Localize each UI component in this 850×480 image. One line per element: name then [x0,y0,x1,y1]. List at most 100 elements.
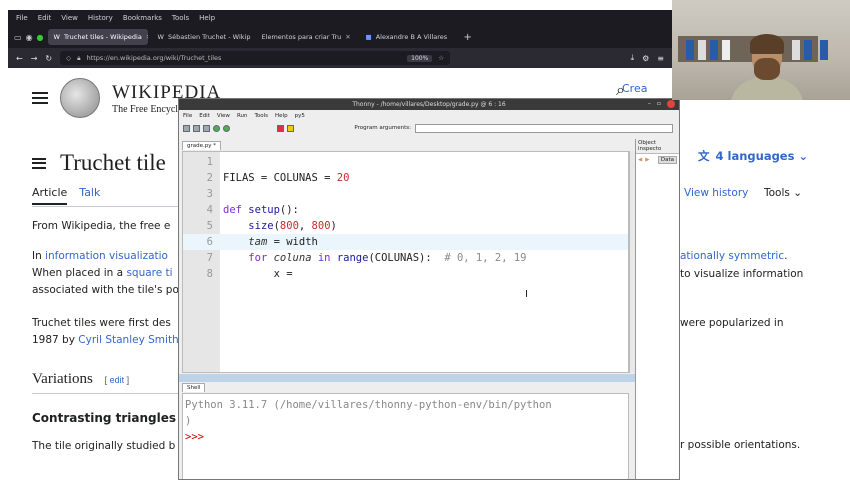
close-tab-icon[interactable]: ✕ [345,33,350,41]
book [792,40,800,60]
book [820,40,828,60]
reload-icon[interactable]: ↻ [45,54,52,63]
search-icon[interactable]: ⌕ [616,80,625,100]
new-tab-icon[interactable]: + [464,32,472,43]
paragraph-2: Truchet tiles were first des 1987 by Cyr… [32,317,179,346]
code-line: 1 [206,156,213,168]
back-icon[interactable]: ← [16,54,23,63]
pane-splitter[interactable] [179,374,635,382]
thonny-menu-file[interactable]: File [183,113,192,119]
bookmark-star-icon[interactable]: ☆ [438,54,444,62]
back-arrow-icon[interactable]: ◀ [638,157,642,163]
thonny-titlebar: Thonny - /home/villares/Desktop/grade.py… [179,99,679,110]
menu-history[interactable]: History [88,14,113,22]
book [686,40,694,60]
forward-icon[interactable]: → [31,54,38,63]
view-history-link[interactable]: View history [684,185,748,202]
tab-elementos[interactable]: Elementos para criar Tru ✕ [256,29,356,45]
code-line: 3 [206,188,213,200]
code-line: 2 FILAS = COLUNAS = 20 [206,172,350,184]
run-icon[interactable] [213,124,220,132]
paragraph-1-right-line2: to visualize information [680,268,804,280]
lock-icon[interactable]: 🔒︎ [77,54,80,63]
menu-help[interactable]: Help [199,14,215,22]
link-square-tile[interactable]: square ti [126,267,172,279]
title-row: Truchet tile [32,150,166,176]
menu-view[interactable]: View [61,14,78,22]
save-file-icon[interactable] [203,124,210,132]
shell-prompt[interactable]: >>> [185,429,626,445]
thonny-menu-run[interactable]: Run [237,113,248,119]
thonny-menu-help[interactable]: Help [275,113,288,119]
close-window-icon[interactable] [667,100,675,108]
create-account-link[interactable]: Crea [622,80,647,97]
thonny-menu-py5[interactable]: py5 [295,113,305,119]
maximize-icon[interactable]: ▫ [657,100,661,108]
object-inspector: Object inspecto ◀ ▶ Data [635,139,679,479]
toc-toggle-icon[interactable] [32,157,46,169]
book [722,40,730,60]
program-arguments-input[interactable] [415,123,673,133]
py5-icon[interactable] [287,124,294,132]
code-editor[interactable]: 1 2 FILAS = COLUNAS = 20 3 4 def setup(): … [182,151,629,373]
wikipedia-favicon-icon: W [157,33,164,41]
wikipedia-logo-icon[interactable] [60,78,100,118]
url-bar[interactable]: ◇ 🔒︎ https://en.wikipedia.org/wiki/Truch… [60,51,451,65]
stop-icon[interactable] [277,124,284,132]
tab-villares[interactable]: ■ Alexandre B A Villares [360,29,460,45]
open-file-icon[interactable] [193,124,200,132]
link-cyril-stanley-smith[interactable]: Cyril Stanley Smith [78,334,178,346]
object-inspector-tab[interactable]: Object inspecto [636,139,679,154]
thonny-menu-tools[interactable]: Tools [254,113,268,119]
tab-article[interactable]: Article [32,186,68,205]
edit-section-link[interactable]: edit [110,375,125,385]
firefox-view-icon[interactable]: ▭ [14,33,22,42]
app-menu-icon[interactable]: ≡ [657,54,664,63]
shield-icon[interactable]: ◇ [66,54,71,62]
minimize-icon[interactable]: – [648,100,651,108]
link-information-visualization[interactable]: information visualizatio [45,250,168,262]
page-title: Truchet tile [60,150,166,175]
shell-banner-end: ) [185,415,192,427]
browser-menubar: File Edit View History Bookmarks Tools H… [8,10,672,26]
data-button[interactable]: Data [657,156,677,164]
editor-tab-grade[interactable]: grade.py * [182,141,221,150]
whatsapp-icon[interactable]: ● [37,33,44,42]
menu-edit[interactable]: Edit [38,14,52,22]
thonny-toolbar: Program arguments: [179,121,679,135]
thonny-menu-view[interactable]: View [217,113,230,119]
shell-tab[interactable]: Shell [182,383,206,392]
book [710,40,718,60]
close-tab-icon[interactable]: ✕ [146,33,148,41]
languages-button[interactable]: 文4 languages ⌄ [698,148,808,165]
forward-arrow-icon[interactable]: ▶ [645,157,649,163]
extensions-icon[interactable]: ⚙ [642,54,649,63]
extension-icon[interactable]: ◉ [26,33,33,42]
code-line: 4 def setup(): [206,204,299,216]
tab-truchet-tiles[interactable]: WTruchet tiles - Wikipedia✕ [47,29,148,45]
menu-file[interactable]: File [16,14,28,22]
menu-tools[interactable]: Tools [172,14,189,22]
download-icon[interactable]: ⤓ [631,53,635,63]
code-line-current: 6 tam = width [183,234,628,250]
paragraph-2-right: were popularized in [680,317,784,329]
url-text[interactable]: https://en.wikipedia.org/wiki/Truchet_ti… [87,54,222,62]
heading-variations: Variations [ edit ] [32,371,130,387]
zoom-level[interactable]: 100% [407,54,433,62]
mouse-cursor-icon [526,290,530,297]
tab-sebastien-truchet[interactable]: WSébastien Truchet - Wikip✕ [152,29,252,45]
debug-icon[interactable] [223,124,230,132]
thonny-menu-edit[interactable]: Edit [199,113,210,119]
tab-talk[interactable]: Talk [79,186,100,205]
new-file-icon[interactable] [183,124,190,132]
menu-bookmarks[interactable]: Bookmarks [123,14,162,22]
main-menu-icon[interactable] [32,92,48,104]
program-arguments: Program arguments: [354,123,673,133]
wikipedia-favicon-icon: W [53,33,60,41]
person-beard [754,58,780,80]
tools-menu[interactable]: Tools ⌄ [764,185,802,202]
from-wikipedia: From Wikipedia, the free e [32,220,171,232]
shell-panel[interactable]: Python 3.11.7 (/home/villares/thonny-pyt… [182,393,629,479]
shell-banner: Python 3.11.7 (/home/villares/thonny-pyt… [185,399,552,411]
paragraph-3-right: r possible orientations. [680,439,801,451]
